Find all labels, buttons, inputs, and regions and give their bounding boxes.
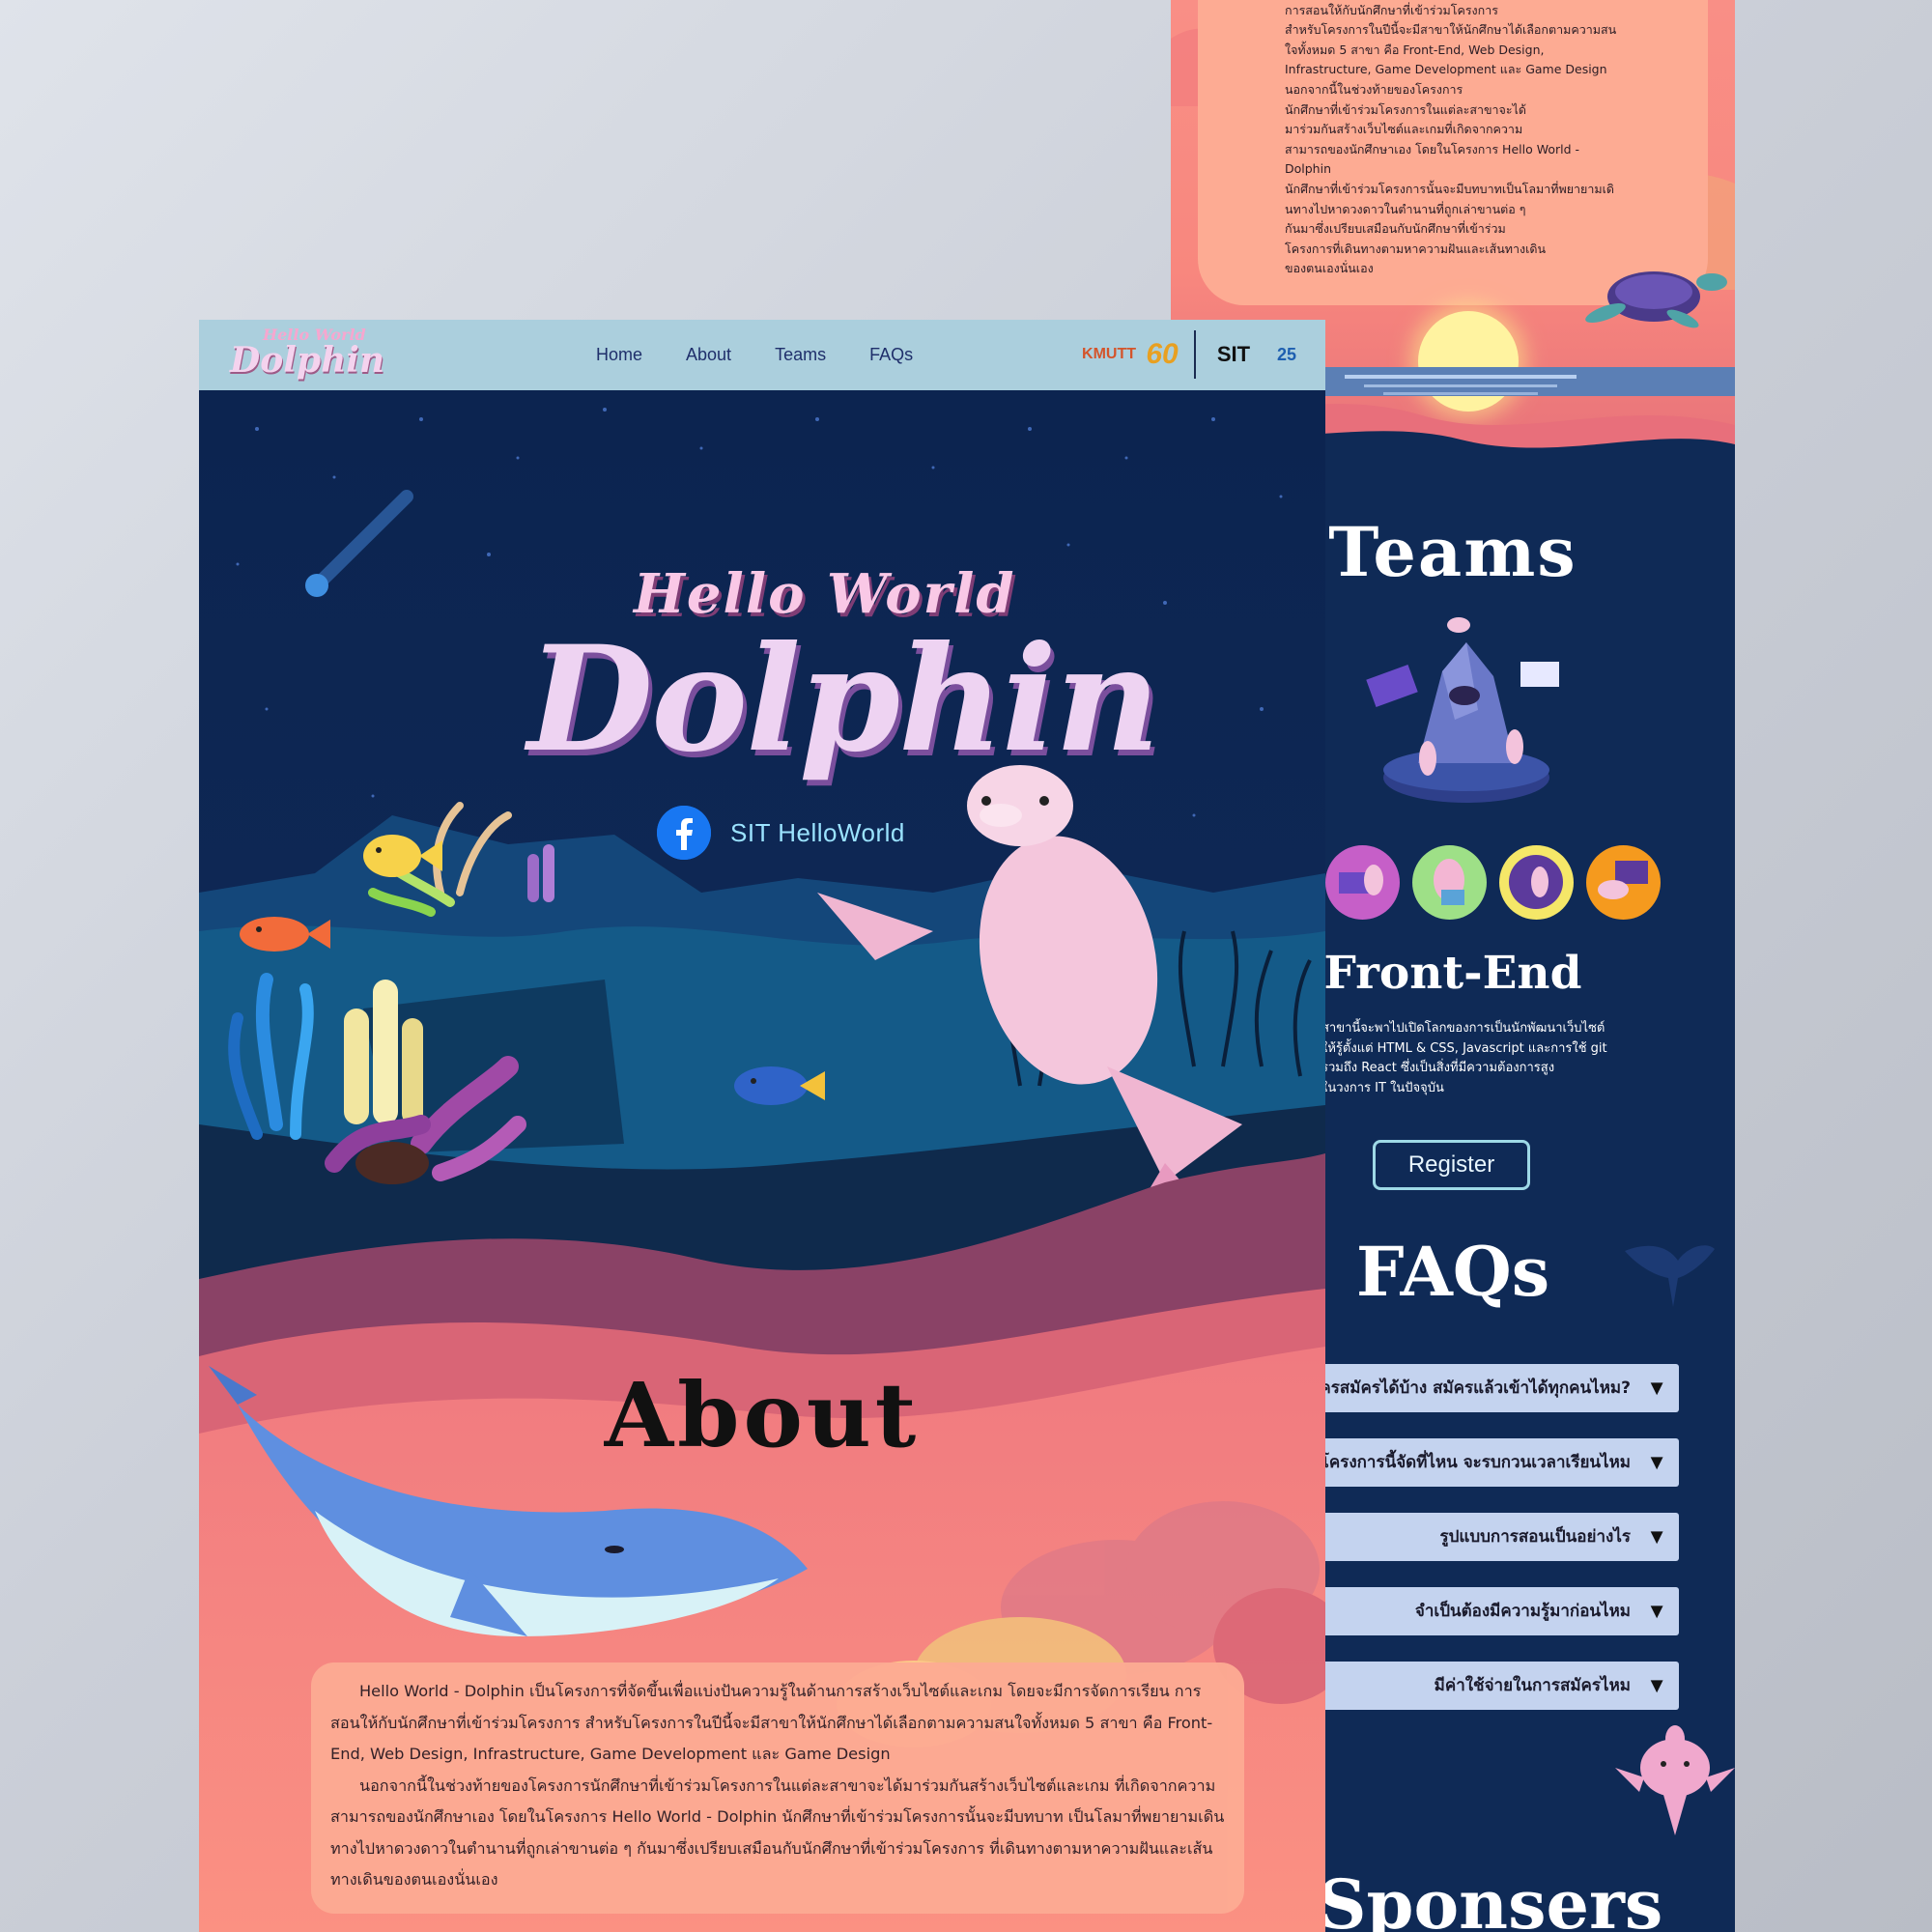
faq-list: ใครสมัครได้บ้าง สมัครแล้วเข้าได้ทุกคนไหม… xyxy=(1306,1364,1679,1736)
nav-logo-line2: Dolphin xyxy=(230,340,385,381)
faq-item[interactable]: ใครสมัครได้บ้าง สมัครแล้วเข้าได้ทุกคนไหม… xyxy=(1306,1364,1679,1412)
track-game-icon[interactable] xyxy=(1586,845,1661,920)
desktop-page-preview: Hello World Dolphin SIT HelloWorld About… xyxy=(199,320,1325,1932)
faq-item[interactable]: โครงการนี้จัดที่ไหน จะรบกวนเวลาเรียนไหม ▼ xyxy=(1306,1438,1679,1487)
mobile-about-line: นักศึกษาที่เข้าร่วมโครงการในแต่ละสาขาจะไ… xyxy=(1285,101,1526,117)
mobile-about-line: กันมาซึ่งเปรียบเสมือนกับนักศึกษาที่เข้าร… xyxy=(1285,221,1506,237)
sea-turtle-illustration xyxy=(1585,271,1727,328)
anniversary-60-logo: 60 xyxy=(1146,338,1179,370)
track-infrastructure-icon[interactable] xyxy=(1499,845,1574,920)
team-track-icons xyxy=(1325,845,1661,920)
nav-links: Home About Teams FAQs xyxy=(596,320,956,390)
logo-divider xyxy=(1194,330,1196,379)
mobile-about-line: สำหรับโครงการในปีนี้จะมีสาขาให้นักศึกษาไ… xyxy=(1285,22,1617,38)
mobile-about-line: Infrastructure, Game Development และ Gam… xyxy=(1285,62,1607,77)
facebook-link-label: SIT HelloWorld xyxy=(730,817,905,847)
sit-logo: SIT xyxy=(1216,342,1251,366)
faq-item[interactable]: มีค่าใช้จ่ายในการสมัครไหม ▼ xyxy=(1306,1662,1679,1710)
mobile-about-line: การสอนให้กับนักศึกษาที่เข้าร่วมโครงการ xyxy=(1285,2,1498,17)
nav-logo[interactable]: Hello World Dolphin xyxy=(230,327,385,381)
mobile-about-line: นทางไปหาดวงดาวในตำนานที่ถูกเล่าขานต่อ ๆ xyxy=(1285,201,1526,216)
mobile-about-line: ใจทั้งหมด 5 สาขา คือ Front-End, Web Desi… xyxy=(1285,42,1545,57)
mobile-about-line: สามารถของนักศึกษาเอง โดยในโครงการ Hello … xyxy=(1285,141,1580,156)
mobile-about-line: นักศึกษาที่เข้าร่วมโครงการนั้นจะมีบทบาทเ… xyxy=(1285,181,1615,196)
facebook-icon xyxy=(657,806,711,860)
nav-link-teams[interactable]: Teams xyxy=(775,345,826,365)
faq-question: มีค่าใช้จ่ายในการสมัครไหม xyxy=(1434,1676,1631,1695)
nav-link-about[interactable]: About xyxy=(686,345,731,365)
caret-down-icon: ▼ xyxy=(1646,1524,1667,1548)
mobile-about-line: มาร่วมกันสร้างเว็บไซต์และเกมที่เกิดจากคว… xyxy=(1285,122,1523,137)
team-desc-line: ให้รู้ตั้งแต่ HTML & CSS, Javascript และ… xyxy=(1321,1040,1607,1056)
team-desc-line: รวมถึง React ซึ่งเป็นสิ่งที่มีความต้องกา… xyxy=(1321,1061,1555,1075)
faq-item[interactable]: รูปแบบการสอนเป็นอย่างไร ▼ xyxy=(1306,1513,1679,1561)
about-paragraph-2: นอกจากนี้ในช่วงท้ายของโครงการนักศึกษาที่… xyxy=(330,1776,1225,1889)
about-card: Hello World - Dolphin เป็นโครงการที่จัดข… xyxy=(311,1662,1244,1914)
nav-link-faqs[interactable]: FAQs xyxy=(869,345,913,365)
about-paragraph-1: Hello World - Dolphin เป็นโครงการที่จัดข… xyxy=(330,1682,1213,1763)
caret-down-icon: ▼ xyxy=(1646,1673,1667,1697)
track-frontend-icon[interactable] xyxy=(1325,845,1400,920)
facebook-link[interactable]: SIT HelloWorld xyxy=(657,806,905,860)
hero-logo-dolphin: Dolphin xyxy=(527,614,1160,784)
caret-down-icon: ▼ xyxy=(1646,1376,1667,1400)
register-button[interactable]: Register xyxy=(1373,1140,1530,1190)
anniversary-25-logo: 25 xyxy=(1276,344,1297,364)
faq-item[interactable]: จำเป็นต้องมีความรู้มาก่อนไหม ▼ xyxy=(1306,1587,1679,1635)
faq-question: โครงการนี้จัดที่ไหน จะรบกวนเวลาเรียนไหม xyxy=(1320,1453,1631,1472)
sponsers-heading: Sponsers xyxy=(1318,1864,1663,1932)
team-desc-line: สาขานี้จะพาไปเปิดโลกของการเป็นนักพัฒนาเว… xyxy=(1321,1021,1605,1036)
about-heading: About xyxy=(604,1363,921,1467)
faq-question: รูปแบบการสอนเป็นอย่างไร xyxy=(1439,1527,1631,1547)
mobile-about-line: Dolphin xyxy=(1285,161,1331,177)
mobile-about-line: นอกจากนี้ในช่วงท้ายของโครงการ xyxy=(1285,81,1463,97)
teams-island-illustration xyxy=(1366,617,1559,803)
nav-link-home[interactable]: Home xyxy=(596,345,642,365)
caret-down-icon: ▼ xyxy=(1646,1599,1667,1623)
top-navbar: Hello World Dolphin Home About Teams FAQ… xyxy=(199,320,1325,390)
kmutt-logo: KMUTT xyxy=(1082,346,1136,362)
partner-logos: KMUTT 60 SIT 25 xyxy=(1082,327,1302,382)
faq-question: จำเป็นต้องมีความรู้มาก่อนไหม xyxy=(1414,1602,1631,1621)
track-web-design-icon[interactable] xyxy=(1412,845,1487,920)
faq-question: ใครสมัครได้บ้าง สมัครแล้วเข้าได้ทุกคนไหม… xyxy=(1312,1378,1631,1398)
about-body: Hello World - Dolphin เป็นโครงการที่จัดข… xyxy=(330,1676,1229,1896)
mobile-about-text: สร้างเว็บไซต์และเกม โดยจะมีการจัดการเรีย… xyxy=(1285,0,1686,279)
team-track-description: สาขานี้จะพาไปเปิดโลกของการเป็นนักพัฒนาเว… xyxy=(1321,1019,1640,1098)
caret-down-icon: ▼ xyxy=(1646,1450,1667,1474)
pink-dolphin-small xyxy=(1615,1725,1735,1835)
team-desc-line: ในวงการ IT ในปัจจุบัน xyxy=(1321,1080,1444,1095)
